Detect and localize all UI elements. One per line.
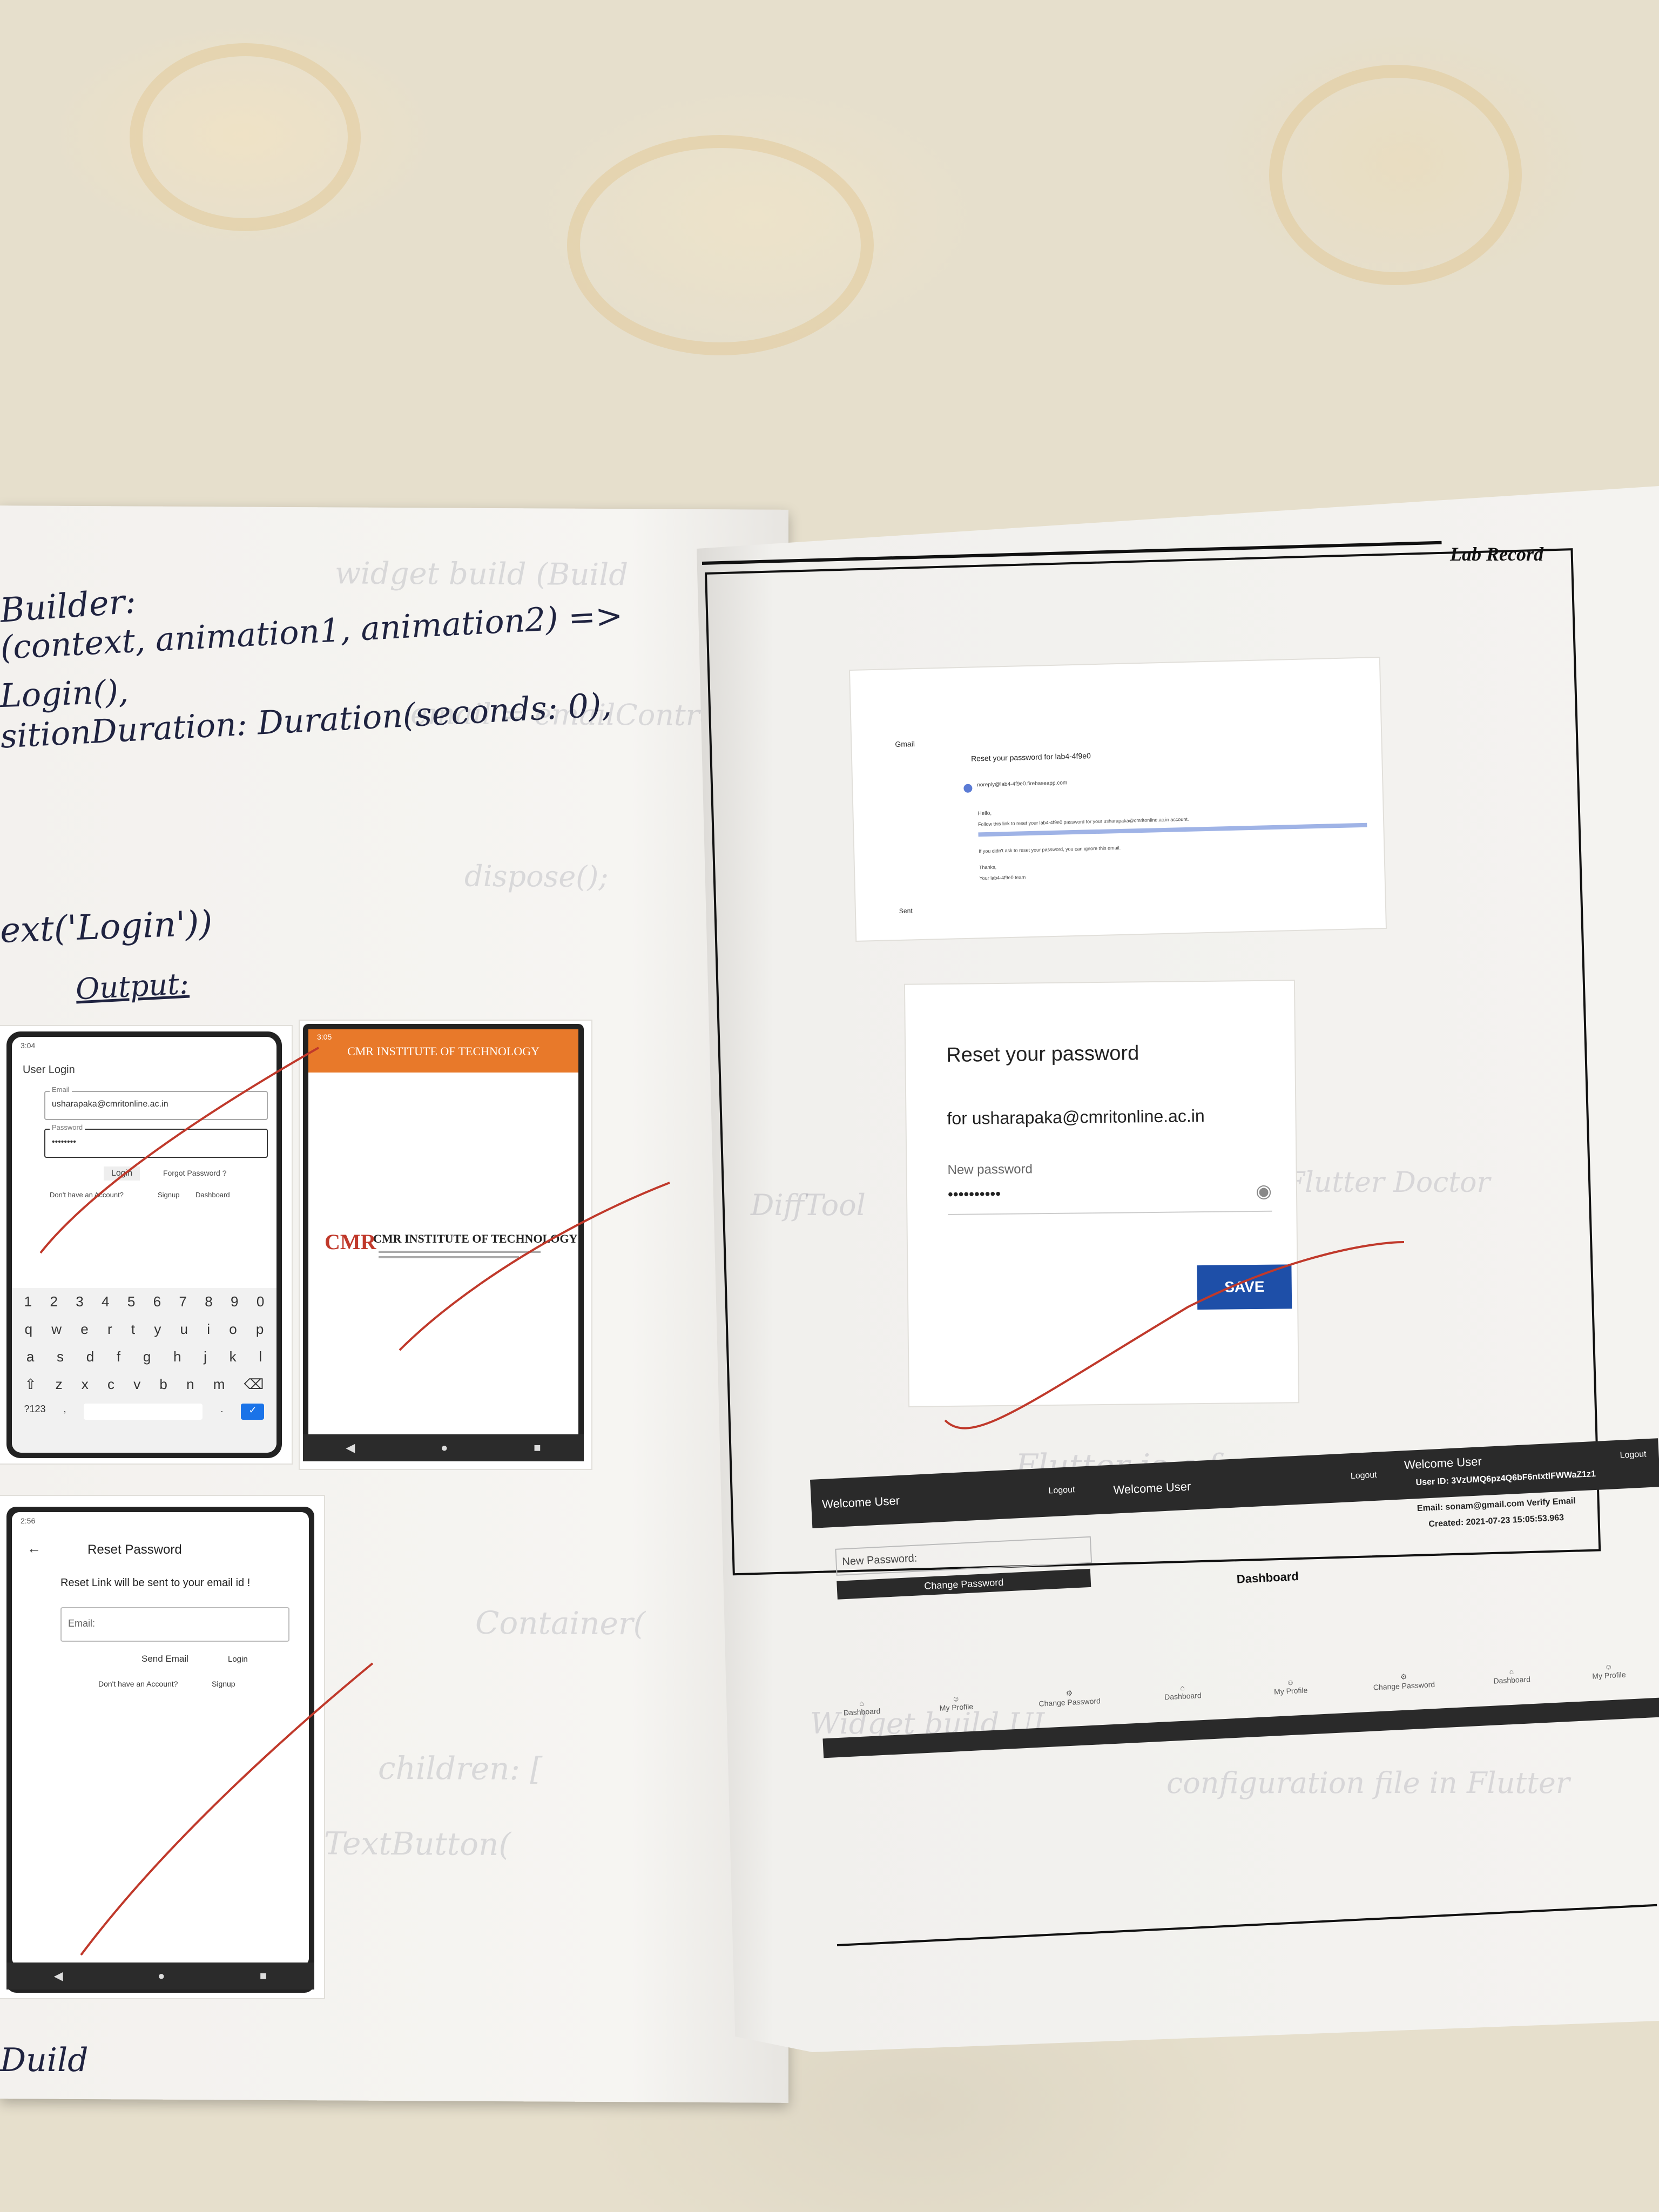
red-tick-mark — [80, 1662, 374, 1956]
red-tick-marks — [39, 1047, 1405, 1956]
red-tick-mark — [944, 1241, 1405, 1429]
red-tick-mark — [399, 1182, 670, 1351]
red-tick-mark — [39, 1047, 319, 1254]
